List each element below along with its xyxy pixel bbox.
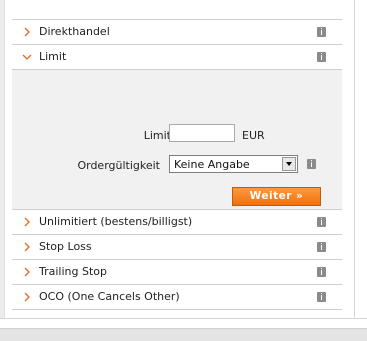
accordion-row-label: Direkthandel	[39, 25, 110, 38]
bottom-frame	[0, 318, 367, 319]
accordion-row-label: OCO (One Cancels Other)	[39, 290, 180, 303]
validity-select[interactable]: Keine Angabe	[169, 155, 298, 173]
left-frame	[0, 0, 5, 318]
chevron-right-icon	[24, 267, 30, 277]
chevron-right-icon	[24, 292, 30, 302]
accordion-row-direkthandel[interactable]: Direkthandel	[12, 20, 342, 45]
dropdown-arrow-icon[interactable]	[282, 157, 296, 171]
accordion-row-limit[interactable]: Limit	[12, 45, 342, 70]
validity-selected-value: Keine Angabe	[174, 158, 250, 171]
accordion-row-label: Trailing Stop	[39, 265, 107, 278]
order-type-accordion: Direkthandel Limit Limit EUR Ordergültig…	[12, 19, 342, 310]
accordion-row-label: Stop Loss	[39, 240, 92, 253]
weiter-button[interactable]: Weiter »	[232, 187, 321, 206]
chevron-down-icon	[22, 54, 32, 60]
accordion-row-oco[interactable]: OCO (One Cancels Other)	[12, 285, 342, 310]
accordion-row-trailing-stop[interactable]: Trailing Stop	[12, 260, 342, 285]
info-icon[interactable]	[317, 52, 326, 62]
limit-label: Limit	[143, 129, 171, 142]
info-icon[interactable]	[317, 267, 326, 277]
chevron-right-icon	[24, 27, 30, 37]
info-icon[interactable]	[317, 292, 326, 302]
info-icon[interactable]	[317, 242, 326, 252]
accordion-row-stop-loss[interactable]: Stop Loss	[12, 235, 342, 260]
currency-label: EUR	[242, 129, 265, 142]
right-frame	[354, 0, 355, 318]
info-icon[interactable]	[317, 27, 326, 37]
accordion-row-label: Unlimitiert (bestens/billigst)	[39, 215, 193, 228]
validity-label: Ordergültigkeit	[77, 159, 160, 172]
limit-input[interactable]	[169, 124, 235, 142]
chevron-right-icon	[24, 217, 30, 227]
accordion-row-unlimitiert[interactable]: Unlimitiert (bestens/billigst)	[12, 210, 342, 235]
footer-strip	[0, 328, 367, 341]
chevron-right-icon	[24, 242, 30, 252]
info-icon[interactable]	[317, 217, 326, 227]
limit-form: Limit EUR Ordergültigkeit Keine Angabe W…	[12, 70, 342, 210]
accordion-row-label: Limit	[39, 50, 67, 63]
info-icon[interactable]	[307, 159, 316, 169]
